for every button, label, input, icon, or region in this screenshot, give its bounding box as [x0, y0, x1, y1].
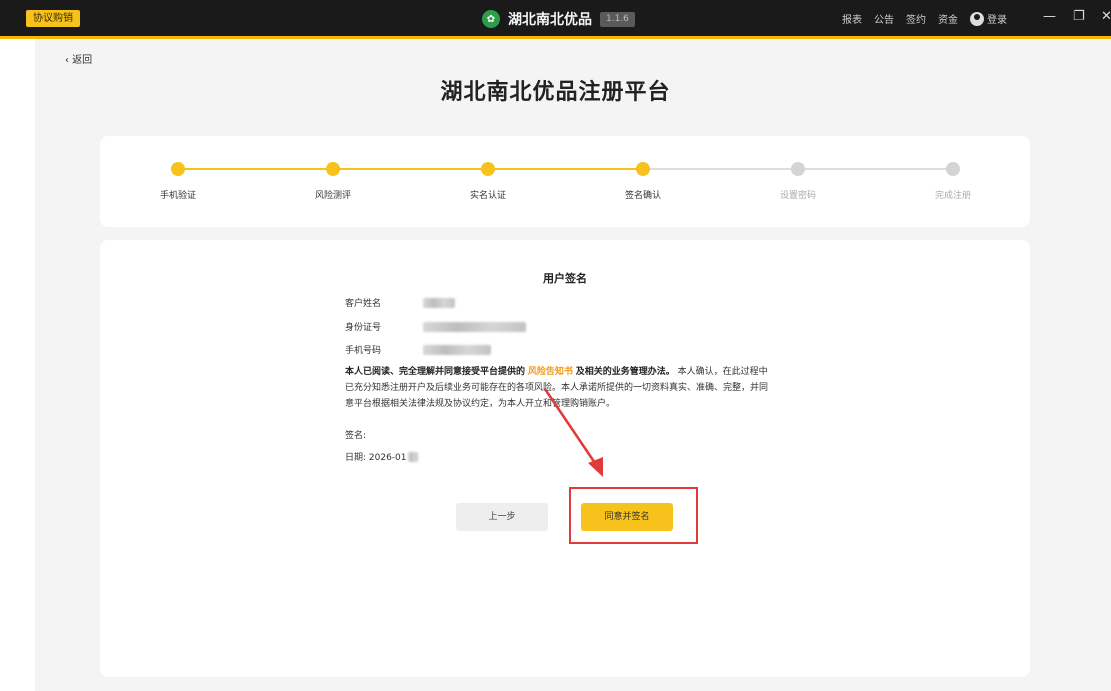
step-dot	[636, 162, 650, 176]
date-row: 日期: 2026-01	[345, 450, 418, 463]
statement-part2: 及相关的业务管理办法。	[575, 367, 675, 377]
version-badge: 1.1.6	[600, 11, 635, 27]
id-number-label: 身份证号	[345, 323, 382, 333]
phone-row: 手机号码	[345, 343, 491, 356]
page-title: 湖北南北优品注册平台	[440, 80, 671, 105]
risk-notice-link[interactable]: 风险告知书	[528, 367, 573, 377]
app-title: 湖北南北优品	[508, 12, 592, 28]
progress-line-done	[178, 168, 648, 170]
leaf-logo-icon: ✿	[482, 10, 500, 28]
signature-label: 签名:	[345, 431, 367, 441]
step-label: 签名确认	[624, 191, 661, 201]
id-number-row: 身份证号	[345, 320, 526, 333]
customer-name-value-redacted	[423, 297, 455, 308]
signature-form-card: 用户签名 客户姓名 身份证号 手机号码 本人已阅读、完全理解并同意接受平台提供的…	[100, 240, 1030, 677]
highlight-box-annotation	[569, 487, 698, 544]
login-button[interactable]: 登录	[970, 11, 1007, 26]
step-label: 设置密码	[779, 191, 816, 201]
login-label: 登录	[987, 15, 1007, 26]
step-dot	[326, 162, 340, 176]
previous-step-button[interactable]: 上一步	[456, 503, 548, 531]
step-label: 实名认证	[469, 191, 506, 201]
form-title: 用户签名	[543, 272, 587, 285]
minimize-icon[interactable]: —	[1043, 9, 1056, 24]
customer-name-label: 客户姓名	[345, 299, 382, 309]
date-label: 日期: 2026-01	[345, 453, 407, 463]
step-dot	[946, 162, 960, 176]
step-label: 手机验证	[159, 191, 196, 201]
menu-item-contract[interactable]: 签约	[906, 11, 926, 26]
menu-item-notices[interactable]: 公告	[874, 11, 894, 26]
registration-steps: 手机验证 风险测评 实名认证 签名确认 设置密码 完成注册	[100, 136, 1030, 227]
statement-part1: 本人已阅读、完全理解并同意接受平台提供的	[345, 367, 526, 377]
top-menu: 报表 公告 签约 资金 登录	[842, 11, 1007, 26]
menu-item-reports[interactable]: 报表	[842, 11, 862, 26]
consent-statement: 本人已阅读、完全理解并同意接受平台提供的 风险告知书 及相关的业务管理办法。 本…	[345, 364, 775, 412]
phone-label: 手机号码	[345, 346, 382, 356]
app-title-group: ✿ 湖北南北优品 1.1.6	[482, 9, 635, 29]
step-label: 完成注册	[934, 191, 971, 201]
step-label: 风险测评	[314, 191, 351, 201]
customer-name-row: 客户姓名	[345, 296, 455, 309]
menu-item-funds[interactable]: 资金	[938, 11, 958, 26]
step-dot	[481, 162, 495, 176]
agreement-tag-button[interactable]: 协议购销	[26, 10, 80, 27]
back-link[interactable]: ‹ 返回	[65, 51, 92, 66]
restore-icon[interactable]: ❐	[1073, 9, 1085, 24]
user-icon	[970, 11, 984, 26]
step-dot	[791, 162, 805, 176]
step-dot	[171, 162, 185, 176]
id-number-value-redacted	[423, 321, 526, 332]
phone-value-redacted	[423, 344, 491, 355]
close-icon[interactable]: ✕	[1101, 9, 1111, 24]
title-bar: 协议购销 ✿ 湖北南北优品 1.1.6 报表 公告 签约 资金 登录 — ❐ ✕	[0, 0, 1111, 36]
date-value-redacted	[407, 451, 418, 462]
